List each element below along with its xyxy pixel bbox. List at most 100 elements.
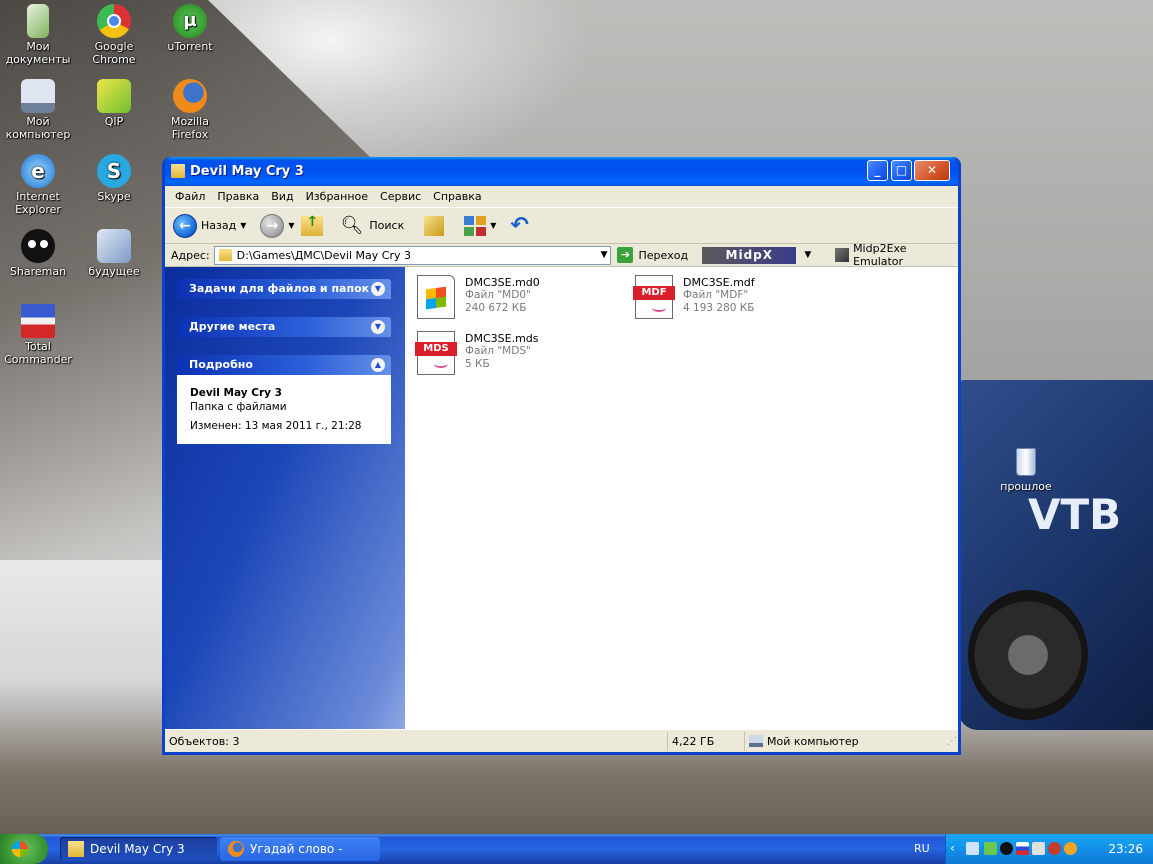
chevron-down-icon: ▼ — [240, 221, 247, 230]
shareman-tray-icon[interactable] — [1000, 842, 1013, 855]
file-list[interactable]: DMC3SE.md0 Файл "MD0" 240 672 КБ MDF DMC… — [405, 267, 958, 729]
my-computer-icon — [21, 79, 55, 113]
close-button[interactable]: ✕ — [914, 160, 950, 181]
menu-tools[interactable]: Сервис — [374, 190, 427, 203]
desktop-icon-ie[interactable]: e Internet Explorer — [0, 154, 76, 216]
menu-file[interactable]: Файл — [169, 190, 211, 203]
details-panel: Подробно ▲ Devil May Cry 3 Папка с файла… — [177, 355, 391, 444]
details-body: Devil May Cry 3 Папка с файлами Изменен:… — [177, 375, 391, 444]
title-bar[interactable]: Devil May Cry 3 _ □ ✕ — [165, 157, 958, 186]
menu-edit[interactable]: Правка — [211, 190, 265, 203]
recycle-bin-icon — [1016, 448, 1036, 476]
start-button[interactable] — [0, 834, 48, 864]
details-header[interactable]: Подробно ▲ — [177, 355, 391, 375]
file-name: DMC3SE.mdf — [683, 276, 755, 289]
up-folder-button[interactable]: ↑ — [300, 214, 323, 236]
undo-icon: ↶ — [510, 213, 529, 238]
details-modified: Изменен: 13 мая 2011 г., 21:28 — [190, 420, 362, 432]
file-tasks-header[interactable]: Задачи для файлов и папок ▼ — [177, 279, 391, 299]
clock[interactable]: 23:26 — [1108, 842, 1143, 856]
file-size: 5 КБ — [465, 358, 490, 370]
desktop-icon-utorrent[interactable]: µ uTorrent — [152, 4, 228, 53]
chevron-down-icon[interactable]: ▼ — [601, 250, 608, 260]
address-value: D:\Games\ДМС\Devil May Cry 3 — [236, 248, 411, 262]
menu-view[interactable]: Вид — [265, 190, 299, 203]
skype-icon: S — [97, 154, 131, 188]
forward-arrow-icon: → — [260, 213, 285, 238]
toolbar: ← Назад ▼ → ▼ ↑ 🔍︎ Поиск ▼ ↶ — [165, 208, 958, 244]
chevron-down-icon: ▼ — [288, 221, 295, 230]
desktop-icon-my-computer[interactable]: Мой компьютер — [0, 79, 76, 141]
address-bar: Адрес: D:\Games\ДМС\Devil May Cry 3 ▼ ➔ … — [165, 242, 958, 268]
update-tray-icon[interactable] — [1064, 842, 1077, 855]
forward-button[interactable]: → ▼ — [260, 213, 295, 238]
mdf-file-icon: MDF — [633, 275, 675, 319]
up-folder-icon: ↑ — [300, 214, 323, 236]
folders-button[interactable] — [424, 215, 445, 236]
russia-flag-icon[interactable] — [1016, 842, 1029, 855]
views-icon — [464, 215, 487, 236]
chevron-left-icon[interactable]: ‹ — [950, 841, 955, 855]
file-type: Файл "MDF" — [683, 289, 749, 301]
status-objects: Объектов: 3 — [165, 731, 668, 751]
menu-help[interactable]: Справка — [427, 190, 487, 203]
signal-icon[interactable] — [984, 842, 997, 855]
desktop-icon-chrome[interactable]: Google Chrome — [76, 4, 152, 66]
desktop-icon-firefox[interactable]: Mozilla Firefox — [152, 79, 228, 141]
file-name: DMC3SE.mds — [465, 332, 539, 345]
other-places-header[interactable]: Другие места ▼ — [177, 317, 391, 337]
task-pane: Задачи для файлов и папок ▼ Другие места… — [165, 267, 405, 729]
file-badge: MDF — [633, 286, 675, 300]
desktop-icon-skype[interactable]: S Skype — [76, 154, 152, 203]
midp-toolbar-button[interactable]: MidpX — [702, 246, 797, 264]
folders-icon — [424, 215, 445, 236]
resize-grip-icon[interactable]: ⋰ — [947, 736, 957, 747]
file-item[interactable]: MDF DMC3SE.mdf Файл "MDF" 4 193 280 КБ — [629, 271, 839, 321]
taskbar: Devil May Cry 3 Угадай слово - Mozi... R… — [0, 834, 1153, 864]
file-name: DMC3SE.md0 — [465, 276, 540, 289]
undo-button[interactable]: ↶ — [510, 213, 528, 238]
maximize-button[interactable]: □ — [891, 160, 912, 181]
status-location: Мой компьютер — [745, 732, 945, 751]
go-button[interactable]: ➔ Переход — [617, 247, 688, 263]
taskbar-item-firefox[interactable]: Угадай слово - Mozi... — [220, 837, 380, 861]
chevron-down-icon[interactable]: ▼ — [804, 250, 811, 260]
desktop-icon-budushchee[interactable]: будущее — [76, 229, 152, 278]
file-item[interactable]: MDS DMC3SE.mds Файл "MDS" 5 КБ — [411, 327, 621, 377]
chevron-down-icon: ▼ — [371, 282, 385, 296]
status-bar: Объектов: 3 4,22 ГБ Мой компьютер ⋰ — [165, 729, 958, 752]
folder-icon — [218, 249, 232, 261]
search-button[interactable]: 🔍︎ Поиск — [341, 215, 405, 236]
desktop-icon-shareman[interactable]: Shareman — [0, 229, 76, 278]
explorer-window[interactable]: Devil May Cry 3 _ □ ✕ Файл Правка Вид Из… — [162, 157, 961, 755]
chrome-icon — [97, 4, 131, 38]
file-item[interactable]: DMC3SE.md0 Файл "MD0" 240 672 КБ — [411, 271, 621, 321]
taskbar-item-explorer[interactable]: Devil May Cry 3 — [60, 837, 217, 861]
utorrent-icon: µ — [173, 4, 207, 38]
minimize-button[interactable]: _ — [867, 160, 888, 181]
views-button[interactable]: ▼ — [464, 215, 496, 236]
language-indicator[interactable]: RU — [914, 842, 930, 855]
chevron-down-icon: ▼ — [371, 320, 385, 334]
address-input[interactable]: D:\Games\ДМС\Devil May Cry 3 ▼ — [213, 245, 612, 265]
firefox-icon — [173, 79, 207, 113]
desktop-icon-total-commander[interactable]: Total Commander — [0, 304, 76, 366]
other-places-panel[interactable]: Другие места ▼ — [177, 317, 391, 337]
desktop-icon-my-documents[interactable]: Мои документы — [0, 4, 76, 66]
back-button[interactable]: ← Назад ▼ — [173, 213, 247, 238]
qip-icon — [97, 79, 131, 113]
maximize-icon: □ — [895, 163, 908, 177]
window-title: Devil May Cry 3 — [190, 164, 304, 179]
desktop-icon-recycle-bin[interactable]: прошлое — [1000, 448, 1052, 493]
volume-icon[interactable] — [1032, 842, 1045, 855]
app-tray-icon[interactable] — [1048, 842, 1061, 855]
midp2exe-emulator-button[interactable]: Midp2Exe Emulator — [835, 242, 958, 268]
desktop-icon-qip[interactable]: QIP — [76, 79, 152, 128]
minimize-icon: _ — [874, 163, 881, 177]
my-documents-icon — [27, 4, 49, 38]
folder-icon — [68, 841, 84, 857]
file-tasks-panel[interactable]: Задачи для файлов и папок ▼ — [177, 279, 391, 299]
network-icon[interactable] — [966, 842, 979, 855]
windows-logo-icon — [12, 841, 28, 857]
menu-favorites[interactable]: Избранное — [300, 190, 374, 203]
